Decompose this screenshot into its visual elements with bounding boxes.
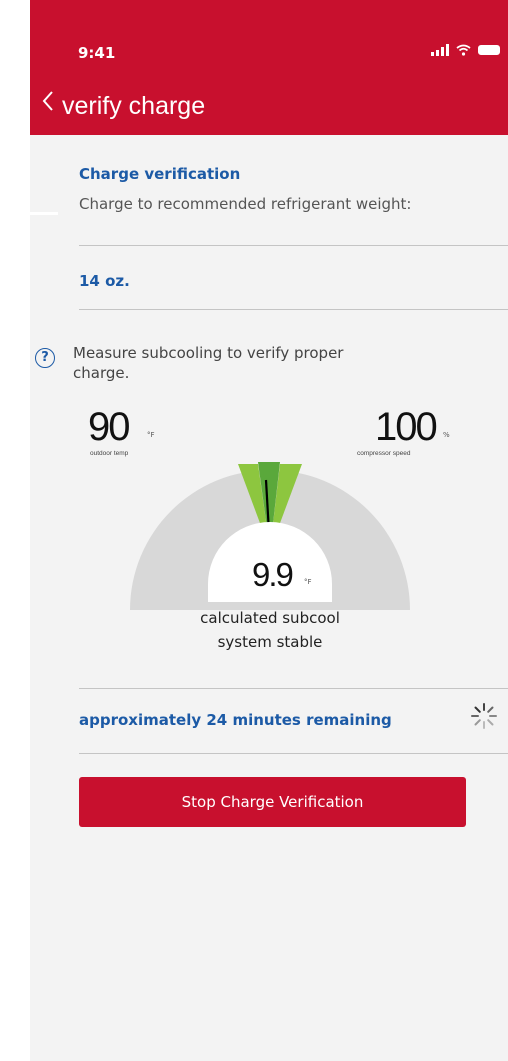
divider <box>79 245 508 246</box>
app-screen: 9:41 verify charge Charge verification C… <box>30 0 508 1061</box>
status-bar: 9:41 <box>30 0 508 80</box>
outdoor-temp-label: outdoor temp <box>90 450 129 457</box>
app-header: verify charge <box>30 80 508 215</box>
compressor-speed-unit: % <box>443 431 450 439</box>
back-button[interactable] <box>42 84 54 121</box>
spinner-icon <box>471 703 497 729</box>
stop-charge-verification-button[interactable]: Stop Charge Verification <box>79 777 466 827</box>
measure-instruction: Measure subcooling to verify proper char… <box>73 344 344 382</box>
wifi-icon <box>456 44 471 56</box>
subcool-value: 9.9 <box>252 556 294 593</box>
divider <box>79 688 508 689</box>
divider <box>79 309 508 310</box>
page-title: verify charge <box>62 92 206 120</box>
chevron-left-icon <box>42 91 53 111</box>
system-status: system stable <box>217 633 323 651</box>
section-title: Charge verification <box>79 165 241 183</box>
question-circle-icon: ? <box>41 350 49 365</box>
subcool-caption: calculated subcool <box>200 609 340 627</box>
outdoor-temp-value: 90 <box>88 405 130 449</box>
header-accent <box>30 212 58 215</box>
outdoor-temp-unit: °F <box>147 431 155 439</box>
charge-description: Charge to recommended refrigerant weight… <box>79 195 412 213</box>
signal-icon <box>431 44 449 56</box>
charge-amount: 14 oz. <box>79 272 130 290</box>
time-remaining: approximately 24 minutes remaining <box>79 711 392 729</box>
divider <box>79 753 508 754</box>
status-icons <box>431 44 500 56</box>
help-button[interactable]: ? <box>35 348 55 368</box>
status-time: 9:41 <box>78 44 116 62</box>
subcool-unit: °F <box>304 578 312 586</box>
battery-icon <box>478 45 500 55</box>
